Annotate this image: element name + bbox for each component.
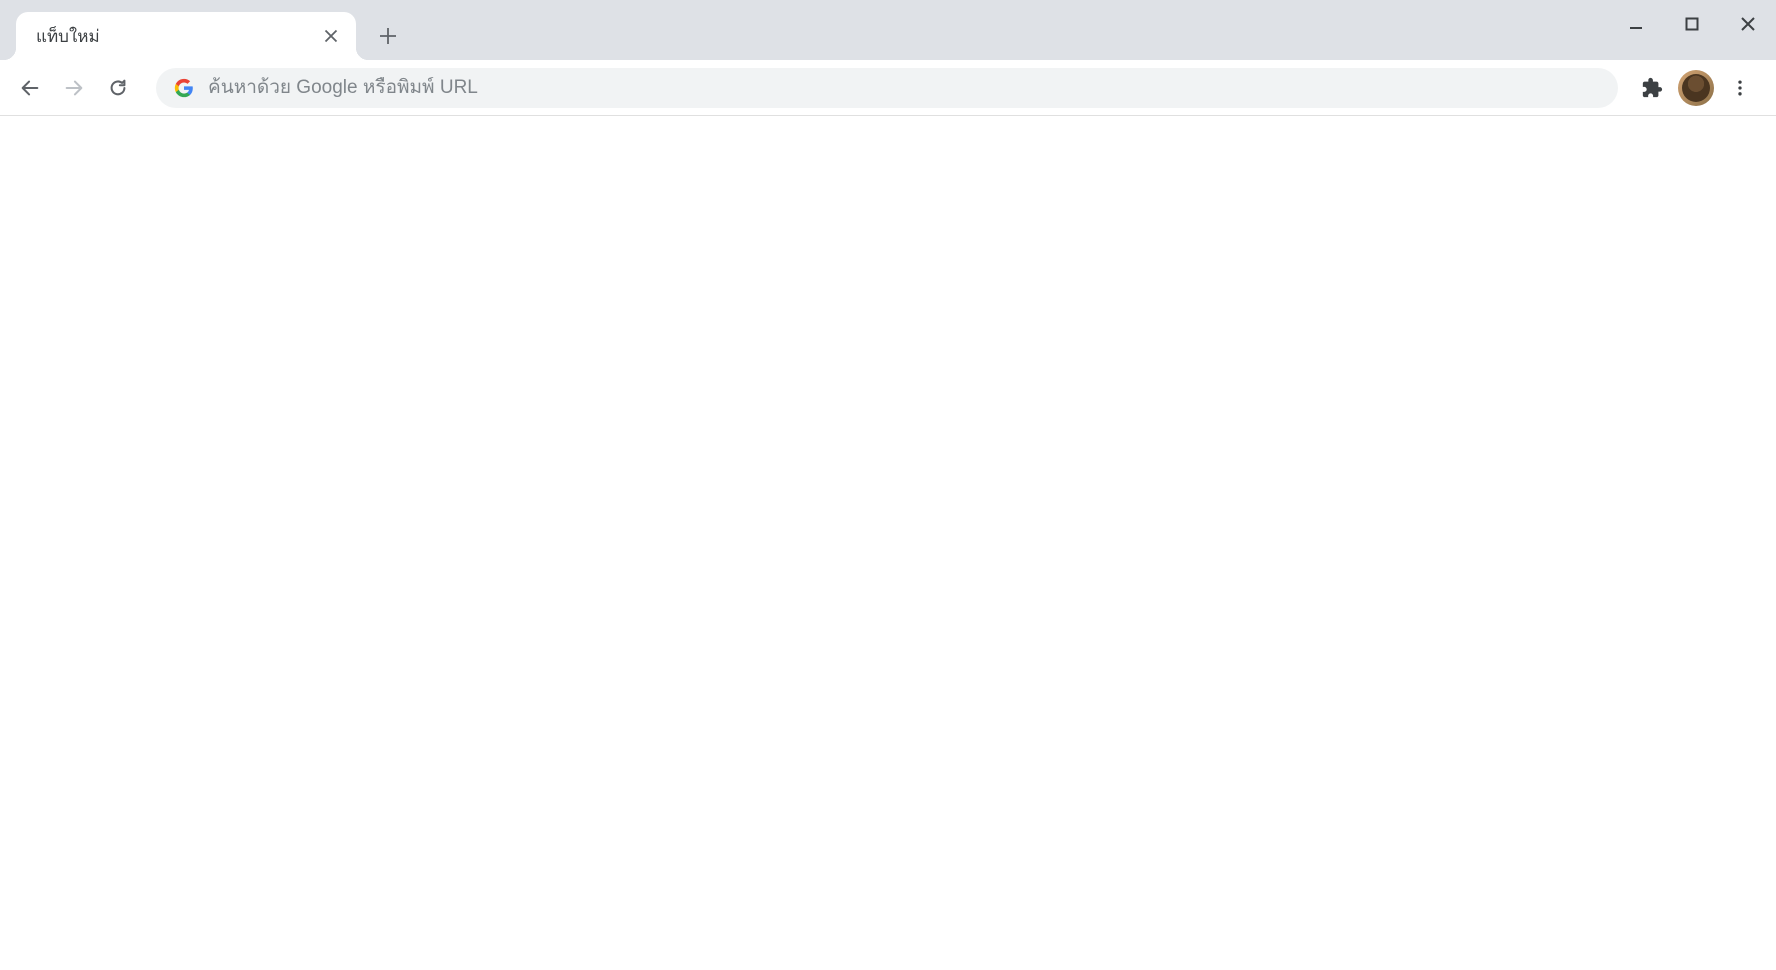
extensions-button[interactable] xyxy=(1632,68,1672,108)
omnibox-input[interactable] xyxy=(208,77,1600,99)
tab-active[interactable]: แท็บใหม่ xyxy=(16,12,356,60)
back-button[interactable] xyxy=(10,68,50,108)
close-icon xyxy=(324,29,338,43)
arrow-left-icon xyxy=(19,77,41,99)
window-controls xyxy=(1608,0,1776,48)
avatar-icon xyxy=(1682,74,1710,102)
maximize-button[interactable] xyxy=(1664,0,1720,48)
minimize-icon xyxy=(1628,16,1644,32)
kebab-icon xyxy=(1730,78,1750,98)
profile-avatar-button[interactable] xyxy=(1678,70,1714,106)
plus-icon xyxy=(379,27,397,45)
tab-title: แท็บใหม่ xyxy=(36,23,320,50)
reload-icon xyxy=(107,77,129,99)
toolbar-right xyxy=(1632,68,1766,108)
reload-button[interactable] xyxy=(98,68,138,108)
toolbar xyxy=(0,60,1776,116)
maximize-icon xyxy=(1685,17,1699,31)
window-close-button[interactable] xyxy=(1720,0,1776,48)
close-icon xyxy=(1740,16,1756,32)
content-area xyxy=(0,116,1776,970)
google-icon xyxy=(174,78,194,98)
address-bar[interactable] xyxy=(156,68,1618,108)
minimize-button[interactable] xyxy=(1608,0,1664,48)
tab-close-button[interactable] xyxy=(320,25,342,47)
tabs-bar: แท็บใหม่ xyxy=(0,0,1776,60)
new-tab-button[interactable] xyxy=(370,18,406,54)
menu-button[interactable] xyxy=(1720,68,1760,108)
forward-button[interactable] xyxy=(54,68,94,108)
arrow-right-icon xyxy=(63,77,85,99)
puzzle-icon xyxy=(1641,77,1663,99)
